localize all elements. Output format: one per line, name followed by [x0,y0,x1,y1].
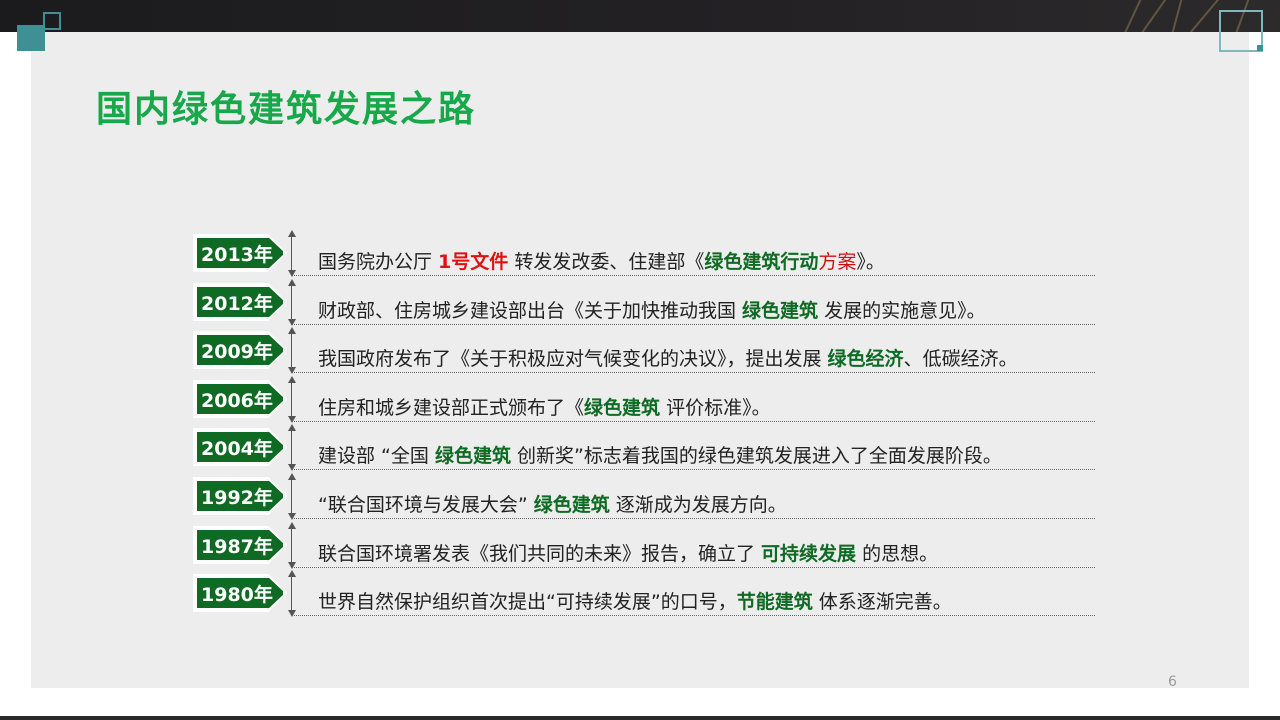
keyword-highlight: 绿色建筑 [533,494,610,516]
keyword-highlight: 绿色建筑 [742,300,819,322]
timeline-description: 住房和城乡建设部正式颁布了《绿色建筑 评价标准》。 [318,393,771,420]
dotted-separator [292,567,1095,568]
timeline-description: 联合国环境署发表《我们共同的未来》报告，确立了 可持续发展 的思想。 [318,539,938,566]
keyword-highlight: 节能建筑 [736,591,813,613]
description-text: 住房和城乡建设部正式颁布了《 [318,397,585,419]
description-text: 、低碳经济。 [903,348,1018,370]
keyword-highlight: 绿色经济 [827,348,904,370]
dotted-separator [292,615,1095,616]
description-text: 体系逐渐完善。 [812,591,952,613]
dotted-separator [292,518,1095,519]
timeline-segment [291,528,292,563]
timeline-description: “联合国环境与发展大会” 绿色建筑 逐渐成为发展方向。 [318,490,787,517]
description-text: 联合国环境署发表《我们共同的未来》报告，确立了 [318,543,762,565]
year-badge: 1980年 [195,576,285,610]
dotted-separator [292,469,1095,470]
description-text: 评价标准》。 [660,397,771,419]
timeline-arrow-up-icon [288,327,296,334]
description-text: 创新奖”标志着我国的绿色建筑发展进入了全面发展阶段。 [510,445,1002,467]
description-text: 国务院办公厅 [318,251,439,273]
timeline-description: 国务院办公厅 1号文件 转发发改委、住建部《绿色建筑行动方案》。 [318,247,885,274]
timeline-arrow-up-icon [288,424,296,431]
year-badge: 1992年 [195,479,285,513]
year-badge: 2004年 [195,430,285,464]
keyword-highlight: 绿色建筑 [434,445,511,467]
timeline-arrow-up-icon [288,522,296,529]
timeline-arrow-up-icon [288,376,296,383]
year-badge: 1987年 [195,528,285,562]
keyword-highlight: 可持续发展 [761,543,857,565]
dotted-separator [292,275,1095,276]
timeline-segment [291,430,292,465]
keyword-highlight: 绿色建筑 [584,397,661,419]
timeline-arrow-up-icon [288,570,296,577]
timeline-description: 我国政府发布了《关于积极应对气候变化的决议》，提出发展 绿色经济、低碳经济。 [318,344,1018,371]
timeline-segment [291,285,292,320]
bottom-bar [0,716,1280,720]
top-banner [0,0,1280,32]
decor-square [17,25,45,51]
description-text: 的思想。 [856,543,939,565]
decor-dot [1257,45,1263,51]
description-text: 财政部、住房城乡建设部出台《关于加快推动我国 [318,300,743,322]
year-badge: 2006年 [195,382,285,416]
timeline-segment [291,236,292,271]
timeline-description: 世界自然保护组织首次提出“可持续发展”的口号，节能建筑 体系逐渐完善。 [318,587,952,614]
keyword-highlight: 绿色建筑行动 [704,251,819,273]
timeline-arrow-up-icon [288,230,296,237]
description-text: 》。 [856,251,885,273]
page-number: 6 [1168,674,1177,690]
description-text: “联合国环境与发展大会” [318,494,534,516]
description-text: 建设部 “全国 [318,445,435,467]
description-text: 世界自然保护组织首次提出“可持续发展”的口号， [318,591,737,613]
timeline-arrow-up-icon [288,473,296,480]
red-highlight: 方案 [818,251,857,273]
year-badge: 2013年 [195,236,285,270]
dotted-separator [292,372,1095,373]
timeline-description: 财政部、住房城乡建设部出台《关于加快推动我国 绿色建筑 发展的实施意见》。 [318,296,986,323]
timeline-arrow-up-icon [288,279,296,286]
description-text: 发展的实施意见》。 [818,300,986,322]
timeline-segment [291,382,292,417]
year-badge: 2009年 [195,333,285,367]
timeline-segment [291,576,292,611]
timeline-segment [291,479,292,514]
decor-square-outline [43,12,61,30]
timeline-description: 建设部 “全国 绿色建筑 创新奖”标志着我国的绿色建筑发展进入了全面发展阶段。 [318,441,1002,468]
description-text: 转发发改委、住建部《 [508,251,705,273]
description-text: 我国政府发布了《关于积极应对气候变化的决议》，提出发展 [318,348,828,370]
red-highlight: 1号文件 [438,251,509,273]
dotted-separator [292,421,1095,422]
dotted-separator [292,324,1095,325]
year-badge: 2012年 [195,285,285,319]
timeline-segment [291,333,292,368]
description-text: 逐渐成为发展方向。 [609,494,787,516]
page-title: 国内绿色建筑发展之路 [96,89,477,130]
